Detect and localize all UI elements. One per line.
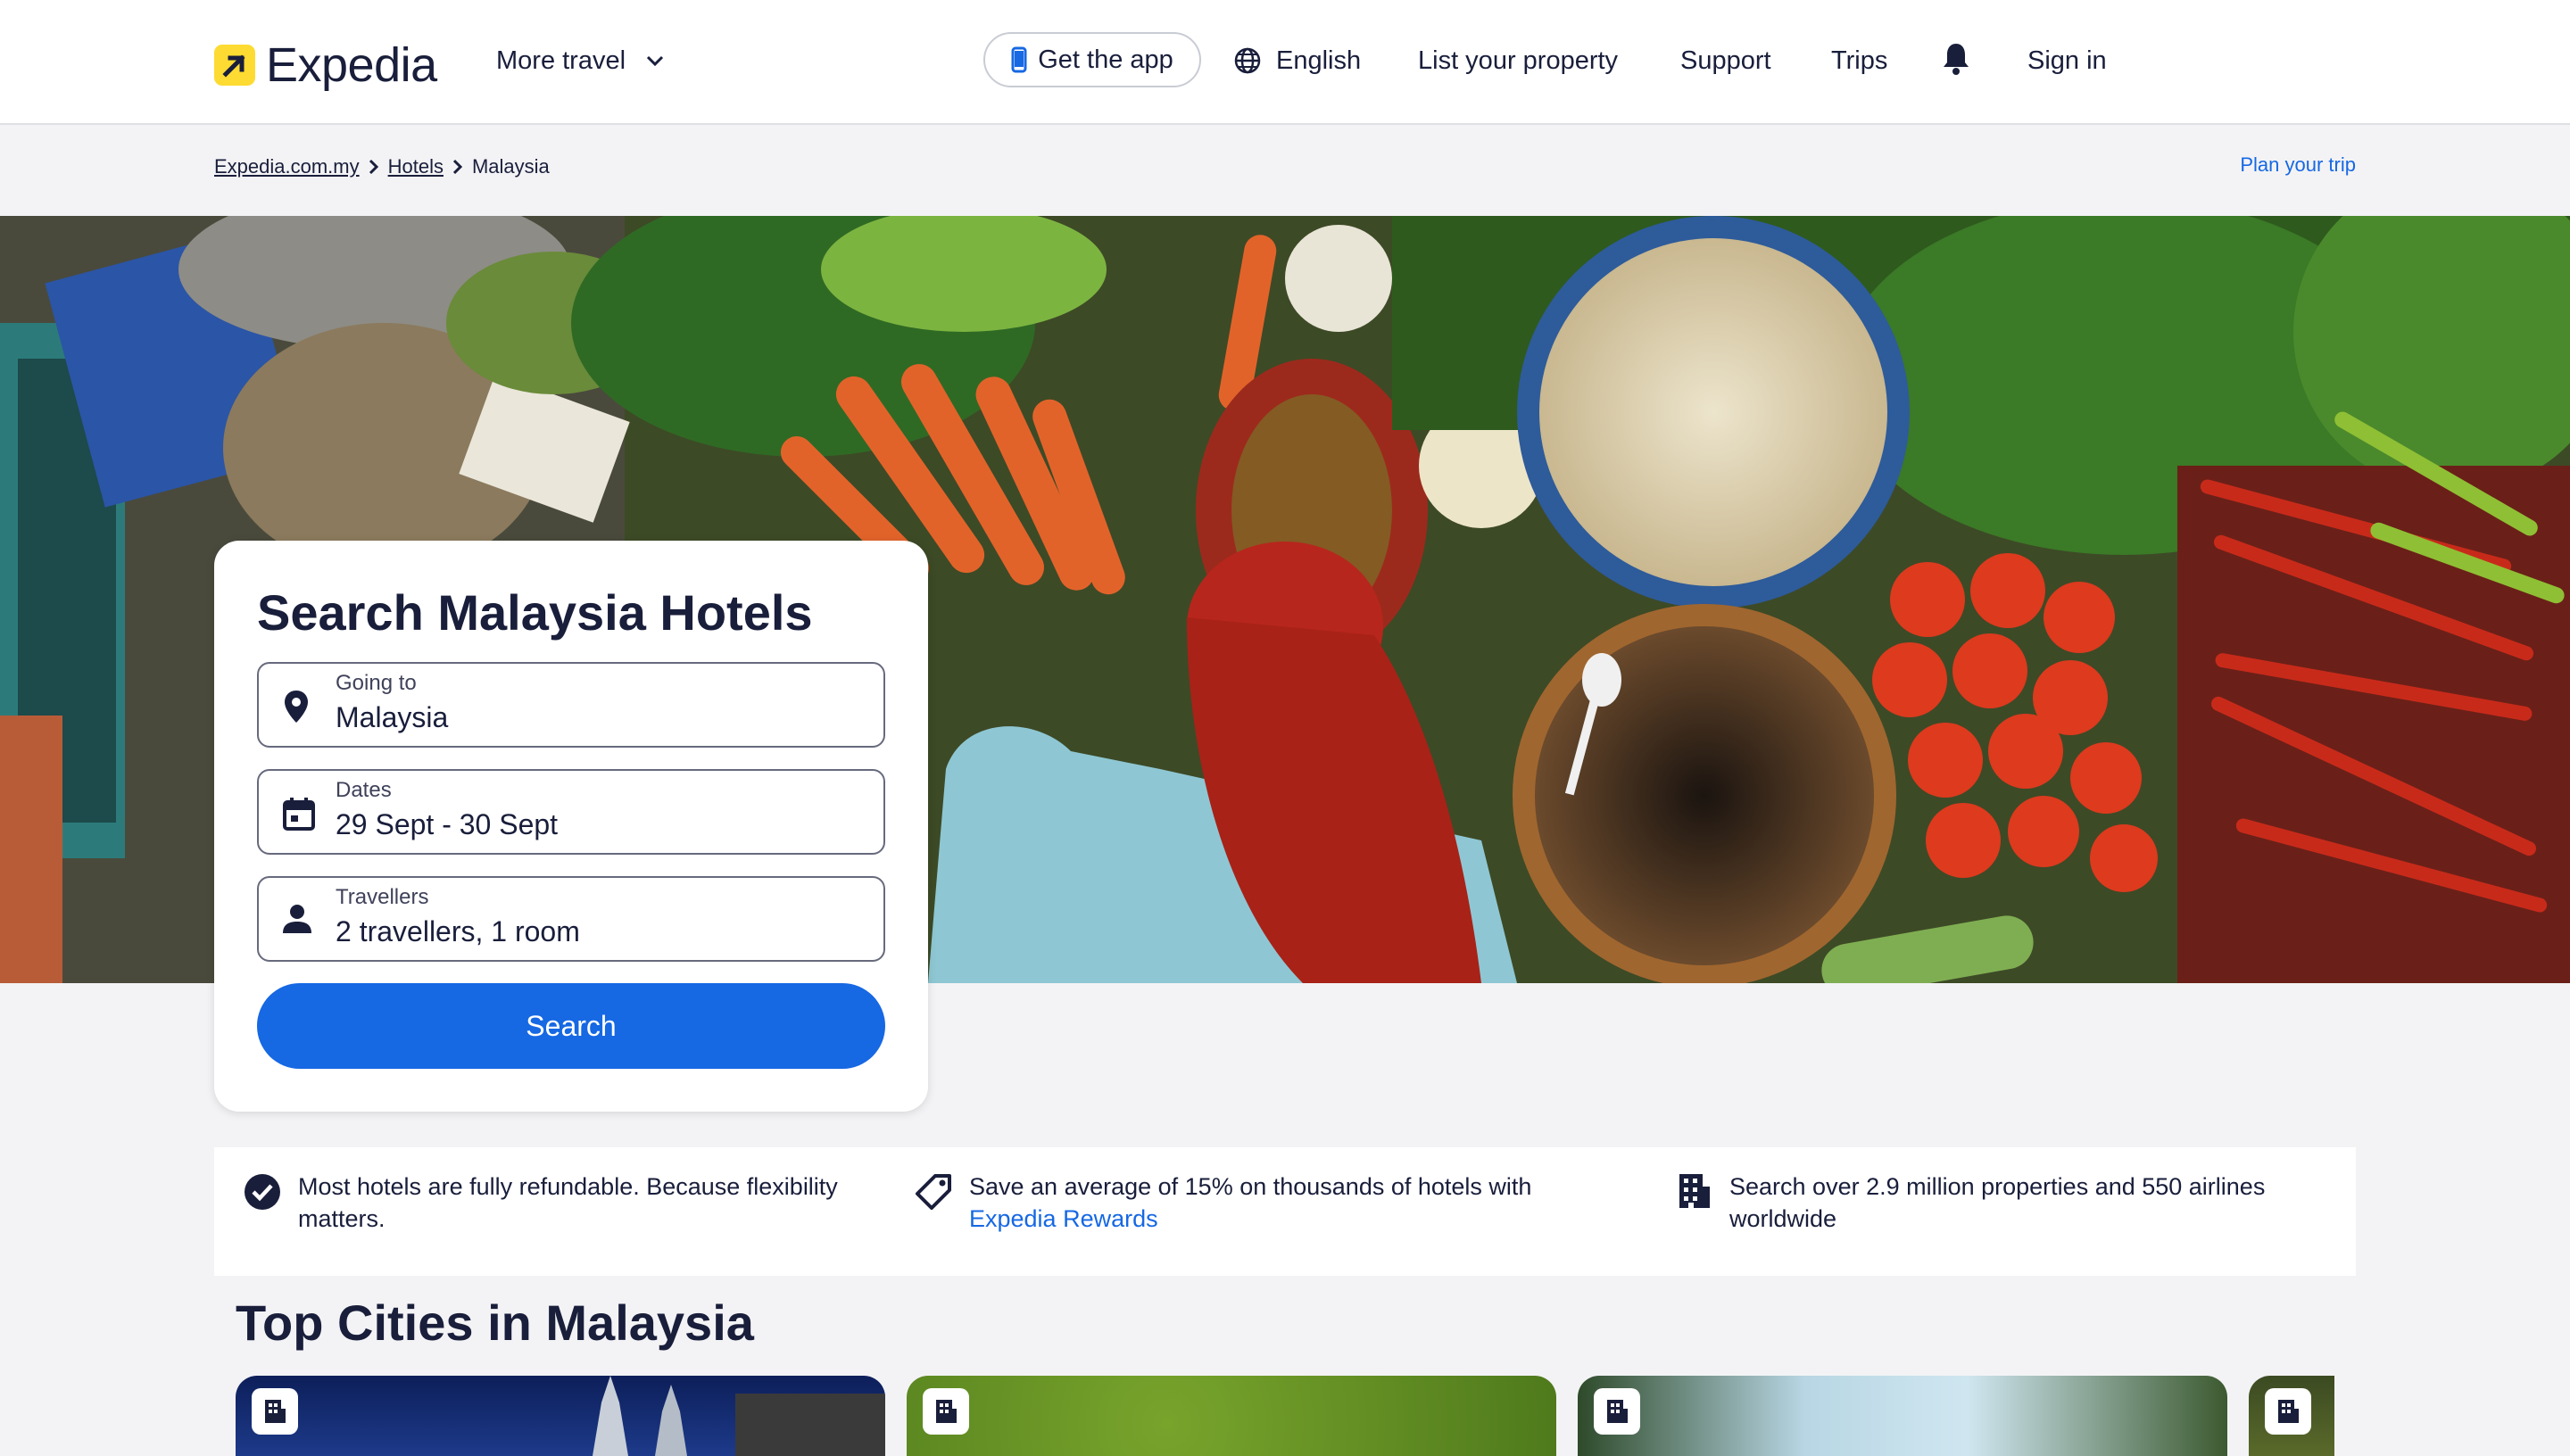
breadcrumb: Expedia.com.my Hotels Malaysia <box>214 155 550 178</box>
list-your-property-label: List your property <box>1418 46 1619 75</box>
expedia-arrow-icon <box>214 45 255 86</box>
breadcrumb-home-link[interactable]: Expedia.com.my <box>214 155 360 178</box>
get-the-app-label: Get the app <box>1038 45 1173 74</box>
benefit-rewards-body: Save an average of 15% on thousands of h… <box>969 1173 1532 1200</box>
trips-link[interactable]: Trips <box>1831 41 1887 80</box>
benefit-properties: Search over 2.9 million properties and 5… <box>1674 1171 2334 1235</box>
city-card-1[interactable] <box>236 1376 885 1456</box>
hotel-badge <box>923 1388 969 1435</box>
going-to-field[interactable]: Going to Malaysia <box>257 662 885 748</box>
travellers-field[interactable]: Travellers 2 travellers, 1 room <box>257 876 885 962</box>
dates-label: Dates <box>336 778 392 802</box>
dates-value: 29 Sept - 30 Sept <box>336 808 559 840</box>
breadcrumb-current: Malaysia <box>471 155 550 178</box>
benefit-refundable-text: Most hotels are fully refundable. Becaus… <box>298 1173 838 1232</box>
get-the-app-button[interactable]: Get the app <box>983 32 1201 87</box>
expedia-logo[interactable]: Expedia <box>214 37 437 93</box>
language-label: English <box>1276 46 1362 75</box>
calendar-icon <box>283 798 315 831</box>
support-link[interactable]: Support <box>1680 41 1771 80</box>
building-icon <box>265 1400 286 1423</box>
language-selector[interactable]: English <box>1233 41 1361 80</box>
travellers-label: Travellers <box>336 885 429 909</box>
globe-icon <box>1234 47 1261 74</box>
chevron-down-icon <box>646 55 664 67</box>
search-title: Search Malaysia Hotels <box>257 584 813 641</box>
mobile-phone-icon <box>1011 46 1027 73</box>
location-pin-icon <box>285 691 308 723</box>
hotel-badge <box>1594 1388 1640 1435</box>
city-card-2[interactable] <box>907 1376 1556 1456</box>
building-icon <box>2278 1400 2299 1423</box>
city-card-4[interactable] <box>2249 1376 2334 1456</box>
benefit-rewards-text: Save an average of 15% on thousands of h… <box>969 1171 1574 1235</box>
benefit-properties-text: Search over 2.9 million properties and 5… <box>1729 1173 2266 1232</box>
sign-in-button[interactable]: Sign in <box>2027 41 2107 80</box>
hotel-badge <box>252 1388 298 1435</box>
travellers-value: 2 travellers, 1 room <box>336 915 580 947</box>
plan-your-trip-link[interactable]: Plan your trip <box>2240 153 2356 177</box>
tag-icon <box>916 1174 951 1210</box>
hotel-search-card: Search Malaysia Hotels Going to Malaysia… <box>214 541 928 1112</box>
building-icon <box>936 1400 957 1423</box>
more-travel-label: More travel <box>496 46 626 75</box>
going-to-label: Going to <box>336 671 417 695</box>
sign-in-label: Sign in <box>2027 46 2107 75</box>
city-photo <box>593 1376 885 1456</box>
city-card-3[interactable] <box>1578 1376 2227 1456</box>
going-to-value: Malaysia <box>336 701 449 733</box>
bell-icon <box>1944 44 1969 75</box>
breadcrumb-hotels-link[interactable]: Hotels <box>388 155 444 178</box>
hotel-badge <box>2265 1388 2311 1435</box>
dates-field[interactable]: Dates 29 Sept - 30 Sept <box>257 769 885 855</box>
support-label: Support <box>1680 46 1771 75</box>
top-navigation-bar: Expedia More travel Get the app English … <box>0 0 2570 125</box>
check-circle-icon <box>245 1174 280 1210</box>
top-cities-heading: Top Cities in Malaysia <box>236 1295 754 1351</box>
benefit-refundable: Most hotels are fully refundable. Becaus… <box>243 1171 867 1235</box>
more-travel-menu[interactable]: More travel <box>496 41 665 80</box>
list-your-property-link[interactable]: List your property <box>1418 41 1618 80</box>
chevron-right-icon <box>369 158 379 176</box>
benefits-strip: Most hotels are fully refundable. Becaus… <box>214 1147 2356 1276</box>
building-icon <box>1607 1400 1628 1423</box>
expedia-rewards-link[interactable]: Expedia Rewards <box>969 1205 1158 1232</box>
brand-name: Expedia <box>266 38 437 92</box>
person-icon <box>283 905 311 933</box>
building-icon <box>1679 1174 1710 1208</box>
chevron-right-icon <box>452 158 463 176</box>
search-button[interactable]: Search <box>257 983 885 1069</box>
trips-label: Trips <box>1831 46 1888 75</box>
benefit-rewards: Save an average of 15% on thousands of h… <box>914 1171 1574 1235</box>
notifications-button[interactable] <box>1940 41 1972 77</box>
